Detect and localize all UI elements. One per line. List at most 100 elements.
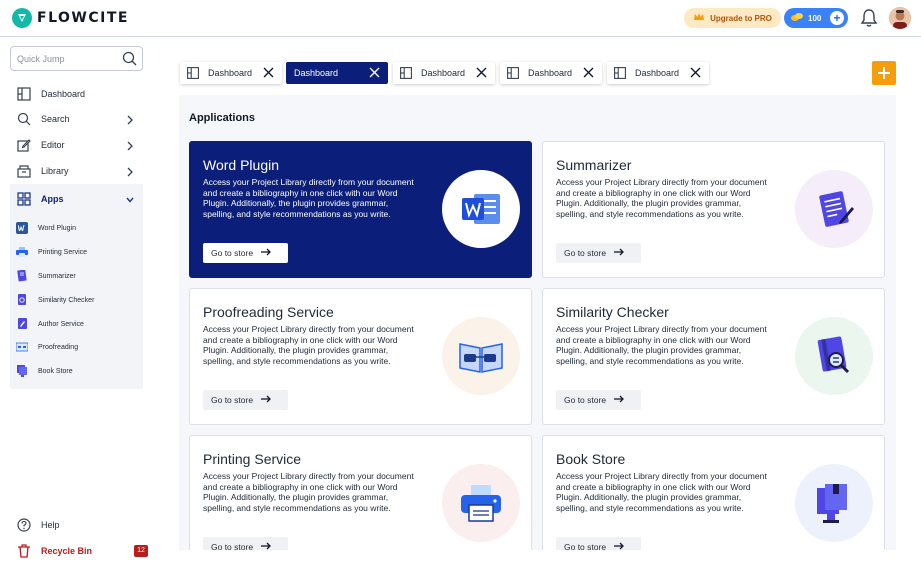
tab-dashboard[interactable]: Dashboard [607,62,709,84]
app-card-summarizer[interactable]: Summarizer Access your Project Library d… [542,141,885,278]
similarity-icon [16,294,28,306]
arrow-right-icon [261,395,271,405]
tab-dashboard[interactable]: Dashboard [180,62,282,84]
sidebar-item-apps[interactable]: Apps [10,187,143,211]
sidebar-item-label: Dashboard [41,89,86,99]
card-description: Access your Project Library directly fro… [203,324,414,366]
sidebar-subitem-label: Proofreading [38,343,79,351]
close-icon[interactable] [369,67,380,80]
layout-icon [16,86,32,102]
quick-jump-input[interactable]: Quick Jump [10,46,143,71]
tab-label: Dashboard [208,68,253,78]
sidebar-item-help[interactable]: Help [10,513,143,537]
arrow-right-icon [614,542,624,550]
card-title: Similarity Checker [556,304,669,320]
sidebar-subitem-label: Similarity Checker [38,296,95,304]
trash-icon [16,543,32,559]
sidebar-subitem-printing-service[interactable]: Printing Service [16,245,87,259]
add-tab-button[interactable] [872,61,896,85]
edit-icon [16,137,32,153]
coins-icon [790,12,804,24]
top-bar: FLOWCITE Upgrade to PRO 100 + [0,0,921,37]
upgrade-label: Upgrade to PRO [710,13,772,23]
summarizer-icon [795,170,873,248]
tab-label: Dashboard [294,68,339,78]
search-icon [16,111,32,127]
sidebar-subitem-label: Word Plugin [38,224,77,232]
sidebar-subitem-proofreading[interactable]: Proofreading [16,340,78,354]
go-to-store-button[interactable]: Go to store [203,390,288,410]
sidebar-subitem-summarizer[interactable]: Summarizer [16,269,76,283]
go-to-store-button[interactable]: Go to store [556,390,641,410]
sidebar-item-label: Editor [41,140,65,150]
app-card-printing-service[interactable]: Printing Service Access your Project Lib… [189,435,532,550]
flowcite-logo-icon [12,8,32,28]
add-credits-icon[interactable]: + [830,11,844,25]
tab-label: Dashboard [635,68,680,78]
go-to-store-button[interactable]: Go to store [203,537,288,550]
sidebar-subitem-book-store[interactable]: Book Store [16,364,73,378]
sidebar-item-recycle-bin[interactable]: Recycle Bin 12 [10,539,148,563]
close-icon[interactable] [263,67,274,80]
app-card-book-store[interactable]: Book Store Access your Project Library d… [542,435,885,550]
chevron-right-icon [125,139,135,157]
arrow-right-icon [614,248,624,258]
sidebar-subitem-similarity-checker[interactable]: Similarity Checker [16,293,94,307]
chevron-right-icon [125,165,135,183]
arrow-right-icon [261,542,271,550]
proofreading-icon [16,341,28,353]
library-icon [16,163,32,179]
bookstore-icon [795,464,873,542]
chevron-down-icon [125,193,135,211]
sidebar-item-library[interactable]: Library [10,159,143,183]
close-icon[interactable] [476,67,487,80]
sidebar-subitem-label: Printing Service [38,248,88,256]
word-icon [16,222,28,234]
sidebar-subitem-label: Summarizer [38,272,76,280]
tab-dashboard-active[interactable]: Dashboard [286,62,388,84]
button-label: Go to store [211,395,254,405]
go-to-store-button[interactable]: Go to store [556,537,641,550]
sidebar: Quick Jump Dashboard Search Editor Libra… [0,37,153,576]
printer-icon [442,464,520,542]
grid-icon [16,191,32,207]
user-avatar[interactable] [889,7,911,29]
button-label: Go to store [564,395,607,405]
credits-value: 100 [808,13,822,23]
tab-dashboard[interactable]: Dashboard [393,62,495,84]
arrow-right-icon [261,248,271,258]
sidebar-subitem-author-service[interactable]: Author Service [16,317,84,331]
sidebar-item-editor[interactable]: Editor [10,133,143,157]
close-icon[interactable] [583,67,594,80]
close-icon[interactable] [690,67,701,80]
recycle-count-badge: 12 [134,545,148,557]
help-icon [16,517,32,533]
sidebar-item-label: Recycle Bin [41,546,93,556]
card-description: Access your Project Library directly fro… [203,177,414,219]
flowcite-logo[interactable]: FLOWCITE [12,8,129,28]
app-card-proofreading-service[interactable]: Proofreading Service Access your Project… [189,288,532,425]
tab-label: Dashboard [528,68,573,78]
card-title: Book Store [556,451,626,467]
sidebar-item-search[interactable]: Search [10,107,143,131]
sidebar-subitem-label: Author Service [38,320,84,328]
app-card-word-plugin[interactable]: Word Plugin Access your Project Library … [189,141,532,278]
go-to-store-button[interactable]: Go to store [556,243,641,263]
upgrade-pro-button[interactable]: Upgrade to PRO [684,8,781,28]
app-window: FLOWCITE Upgrade to PRO 100 + Quick Jump [0,0,921,576]
search-icon[interactable] [122,51,137,68]
quick-jump-placeholder: Quick Jump [17,53,65,64]
bell-icon[interactable] [858,7,880,29]
sidebar-item-dashboard[interactable]: Dashboard [10,82,143,106]
credits-button[interactable]: 100 + [784,8,848,28]
sidebar-subitem-word-plugin[interactable]: Word Plugin [16,221,76,235]
app-card-similarity-checker[interactable]: Similarity Checker Access your Project L… [542,288,885,425]
applications-panel: Applications Word Plugin Access your Pro… [179,95,896,550]
sidebar-item-label: Apps [41,194,64,204]
tab-dashboard[interactable]: Dashboard [500,62,602,84]
crown-icon [693,12,705,24]
printer-icon [16,246,28,258]
card-title: Word Plugin [203,157,280,173]
plus-icon [878,67,890,79]
go-to-store-button[interactable]: Go to store [203,243,288,263]
